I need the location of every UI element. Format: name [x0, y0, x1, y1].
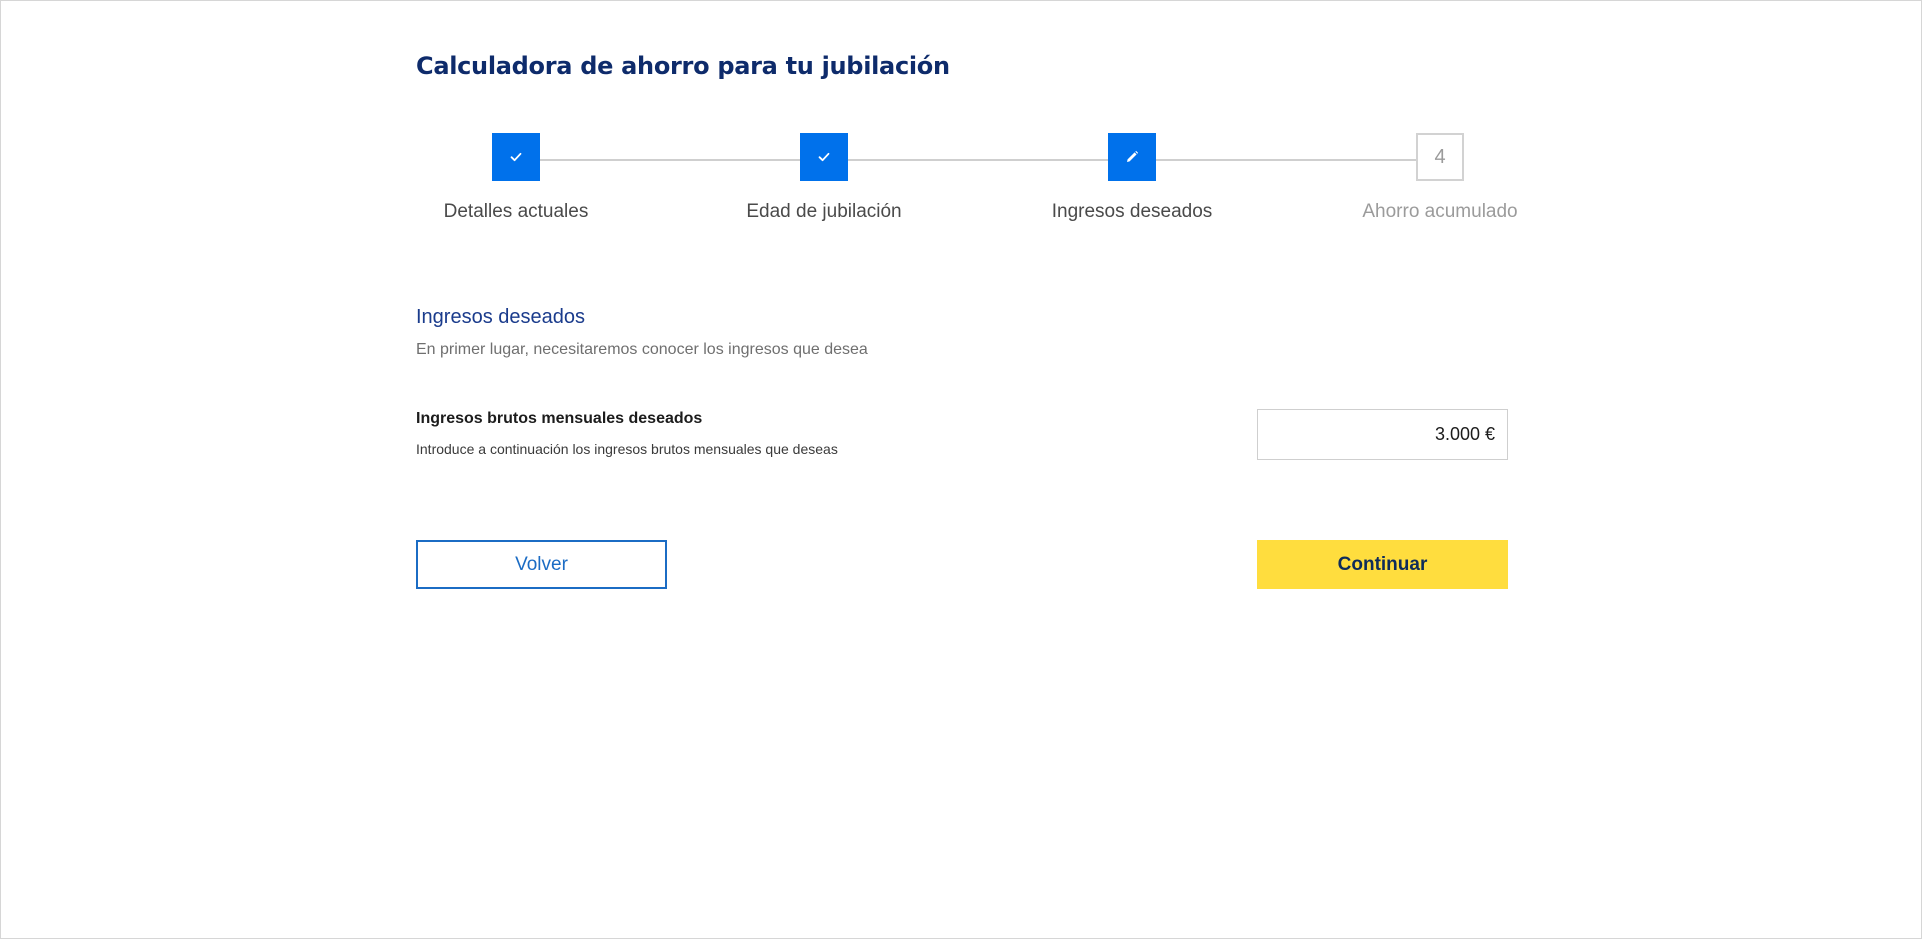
step-3-box	[1108, 133, 1156, 181]
income-field-help: Introduce a continuación los ingresos br…	[416, 441, 838, 457]
income-field-label: Ingresos brutos mensuales deseados	[416, 410, 703, 427]
step-4-label: Ahorro acumulado	[1362, 201, 1518, 222]
page-title: Calculadora de ahorro para tu jubilación	[416, 52, 950, 80]
step-edad-jubilacion[interactable]: Edad de jubilación	[724, 133, 924, 223]
pencil-icon	[1127, 150, 1139, 162]
step-1-label: Detalles actuales	[443, 201, 589, 222]
step-1-box	[492, 133, 540, 181]
back-button[interactable]: Volver	[416, 540, 667, 589]
monthly-income-input[interactable]	[1257, 409, 1508, 460]
app-window: Calculadora de ahorro para tu jubilación…	[0, 0, 1922, 939]
step-3-label: Ingresos deseados	[1051, 201, 1213, 222]
step-2-box	[800, 133, 848, 181]
step-ahorro-acumulado: 4 Ahorro acumulado	[1340, 133, 1540, 223]
step-4-box: 4	[1416, 133, 1464, 181]
step-2-label: Edad de jubilación	[746, 201, 902, 222]
progress-stepper: Detalles actuales Edad de jubilación Ing…	[416, 133, 1518, 233]
check-icon	[818, 152, 830, 162]
section-subtitle: En primer lugar, necesitaremos conocer l…	[416, 341, 868, 358]
check-icon	[510, 152, 522, 162]
step-ingresos-deseados[interactable]: Ingresos deseados	[1032, 133, 1232, 223]
step-detalles-actuales[interactable]: Detalles actuales	[416, 133, 616, 223]
continue-button[interactable]: Continuar	[1257, 540, 1508, 589]
section-title: Ingresos deseados	[416, 306, 586, 328]
